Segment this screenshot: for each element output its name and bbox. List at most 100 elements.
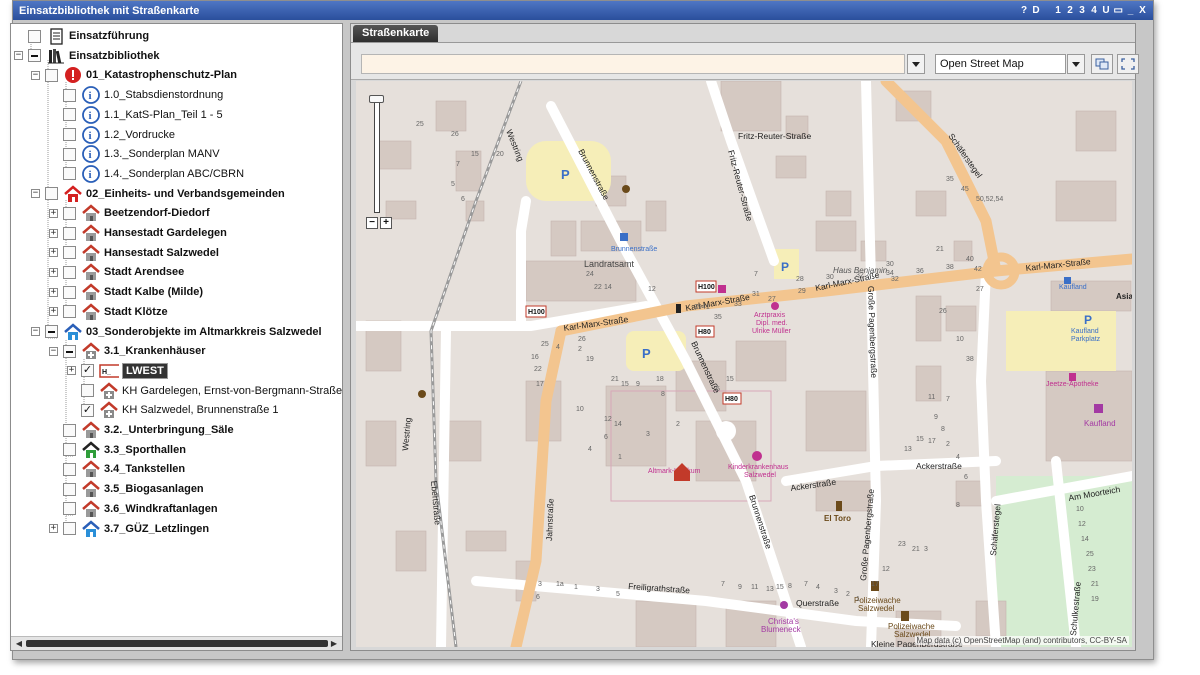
address-search-input[interactable]	[361, 54, 905, 74]
expand-toggle[interactable]: +	[49, 307, 58, 317]
collapse-toggle[interactable]: −	[14, 51, 23, 61]
tree-item[interactable]: 3.5_Biogasanlagen	[49, 480, 204, 498]
tree-checkbox[interactable]	[63, 108, 76, 122]
expand-toggle[interactable]: +	[49, 267, 58, 277]
minimize-button[interactable]: _	[1126, 4, 1135, 17]
tree-checkbox[interactable]	[63, 147, 76, 161]
tree-item[interactable]: − 01_Katastrophenschutz-Plan	[31, 66, 237, 84]
collapse-toggle[interactable]: −	[49, 346, 58, 356]
d-button[interactable]: D	[1032, 4, 1041, 17]
tree-checkbox[interactable]	[63, 502, 76, 516]
tree-item[interactable]: + Stadt Kalbe (Milde)	[49, 283, 203, 301]
help-button[interactable]: ?	[1020, 4, 1029, 17]
tree-item[interactable]: i 1.0_Stabsdienstordnung	[49, 86, 223, 104]
tree-checkbox[interactable]	[63, 206, 76, 220]
tree-item[interactable]: 3.3_Sporthallen	[49, 441, 186, 459]
layout-1-button[interactable]: 1	[1054, 4, 1063, 17]
tree-checkbox[interactable]	[45, 68, 58, 82]
fullscreen-button[interactable]	[1117, 54, 1139, 74]
tree-item[interactable]: + ✓ H_ LWEST	[67, 362, 168, 380]
collapse-toggle[interactable]: −	[31, 327, 40, 336]
map-layer-dropdown-button[interactable]	[1067, 54, 1085, 74]
tree-checkbox[interactable]	[63, 522, 76, 535]
expand-toggle[interactable]: +	[49, 248, 58, 258]
map-layer-select[interactable]: Open Street Map	[935, 54, 1066, 74]
tree-item[interactable]: KH Gardelegen, Ernst-von-Bergmann-Straße…	[67, 381, 342, 400]
tree-item[interactable]: 3.2._Unterbringung_Säle	[49, 421, 234, 439]
scroll-right-icon[interactable]: ▶	[327, 637, 341, 650]
tree-checkbox[interactable]	[81, 384, 94, 398]
close-button[interactable]: X	[1138, 4, 1147, 17]
zoom-slider[interactable]	[374, 98, 380, 213]
tree-checkbox[interactable]	[63, 462, 76, 476]
house-number: 29	[798, 288, 806, 295]
zoom-out-button[interactable]: −	[366, 217, 378, 229]
tree-checkbox[interactable]	[63, 344, 76, 358]
expand-toggle[interactable]: +	[67, 366, 76, 376]
street-map[interactable]: Westring Westring Brunnenstraße Brunnens…	[356, 81, 1132, 647]
tree-item[interactable]: 3.6_Windkraftanlagen	[49, 500, 218, 518]
expand-toggle[interactable]: +	[49, 287, 58, 297]
house-number: 12	[1078, 521, 1086, 528]
tree-checkbox[interactable]	[28, 29, 41, 43]
tree-horizontal-scrollbar[interactable]: ◀ ▶	[11, 636, 342, 650]
house-number: 7	[721, 581, 725, 588]
tree-checkbox[interactable]	[63, 226, 76, 240]
tree-checkbox[interactable]	[63, 246, 76, 260]
tab-strassenkarte[interactable]: Straßenkarte	[353, 25, 439, 42]
zoom-in-button[interactable]: +	[380, 217, 392, 229]
tree-checkbox[interactable]	[63, 88, 76, 102]
maximize-button[interactable]: ▭	[1114, 4, 1123, 17]
tree-item[interactable]: +3.7_GÜZ_Letzlingen	[49, 519, 209, 538]
tree-checkbox[interactable]	[63, 305, 76, 319]
tree-item[interactable]: i 1.2_Vordrucke	[49, 125, 175, 144]
tree-checkbox[interactable]	[45, 187, 58, 201]
jeetze-pharmacy-icon	[1069, 373, 1076, 381]
tree-item[interactable]: Einsatzführung	[14, 27, 149, 45]
tree-item[interactable]: + Hansestadt Salzwedel	[49, 244, 219, 262]
layout-3-button[interactable]: 3	[1078, 4, 1087, 17]
tree-item[interactable]: − 3.1_Krankenhäuser	[49, 342, 206, 360]
layout-2-button[interactable]: 2	[1066, 4, 1075, 17]
tree-checkbox[interactable]	[63, 423, 76, 437]
tree-item[interactable]: + Hansestadt Gardelegen	[49, 224, 227, 242]
house-number: 21	[912, 546, 920, 553]
tree-checkbox[interactable]: ✓	[81, 403, 94, 417]
tree-item[interactable]: + Stadt Klötze	[49, 303, 168, 321]
tree-item[interactable]: − 03_Sonderobjekte im Altmarkkreis Salzwe…	[31, 322, 322, 341]
house-number: 14	[614, 421, 622, 428]
tree-item[interactable]: + Stadt Arendsee	[49, 263, 184, 281]
zoom-slider-handle[interactable]	[369, 95, 384, 103]
tree-checkbox[interactable]	[45, 325, 58, 338]
copy-map-button[interactable]	[1091, 54, 1113, 74]
collapse-toggle[interactable]: −	[31, 189, 40, 199]
collapse-toggle[interactable]: −	[31, 70, 40, 80]
tree-checkbox[interactable]: ✓	[81, 364, 94, 378]
expand-toggle[interactable]: +	[49, 524, 58, 533]
tree-item[interactable]: + Beetzendorf-Diedorf	[49, 204, 210, 222]
tree-checkbox[interactable]	[63, 482, 76, 496]
tree-item[interactable]: 3.4_Tankstellen	[49, 460, 185, 478]
tree-item[interactable]: − Einsatzbibliothek	[14, 47, 159, 65]
search-dropdown-button[interactable]	[907, 54, 925, 74]
tree-checkbox[interactable]	[63, 443, 76, 457]
house-number: 7	[456, 161, 460, 168]
tree-checkbox[interactable]	[63, 285, 76, 299]
scroll-left-icon[interactable]: ◀	[12, 637, 26, 650]
tree-checkbox[interactable]	[28, 49, 41, 63]
expand-toggle[interactable]: +	[49, 208, 58, 218]
tree-item-label: Einsatzführung	[69, 30, 150, 42]
u-button[interactable]: U	[1102, 4, 1111, 17]
tree-item[interactable]: ✓ KH Salzwedel, Brunnenstraße 1	[67, 401, 279, 419]
tree-item[interactable]: i 1.1_KatS-Plan_Teil 1 - 5	[49, 105, 223, 124]
scrollbar-thumb[interactable]	[26, 640, 328, 647]
expand-toggle[interactable]: +	[49, 228, 58, 238]
tree-item[interactable]: − 02_Einheits- und Verbandsgemeinden	[31, 184, 285, 203]
layout-4-button[interactable]: 4	[1090, 4, 1099, 17]
tree-checkbox[interactable]	[63, 167, 76, 181]
tree-item[interactable]: i 1.4._Sonderplan ABC/CBRN	[49, 164, 244, 183]
tree-checkbox[interactable]	[63, 128, 76, 141]
tree-item[interactable]: i 1.3._Sonderplan MANV	[49, 145, 220, 164]
map-canvas[interactable]: Westring Westring Brunnenstraße Brunnens…	[356, 81, 1132, 647]
tree-checkbox[interactable]	[63, 265, 76, 279]
